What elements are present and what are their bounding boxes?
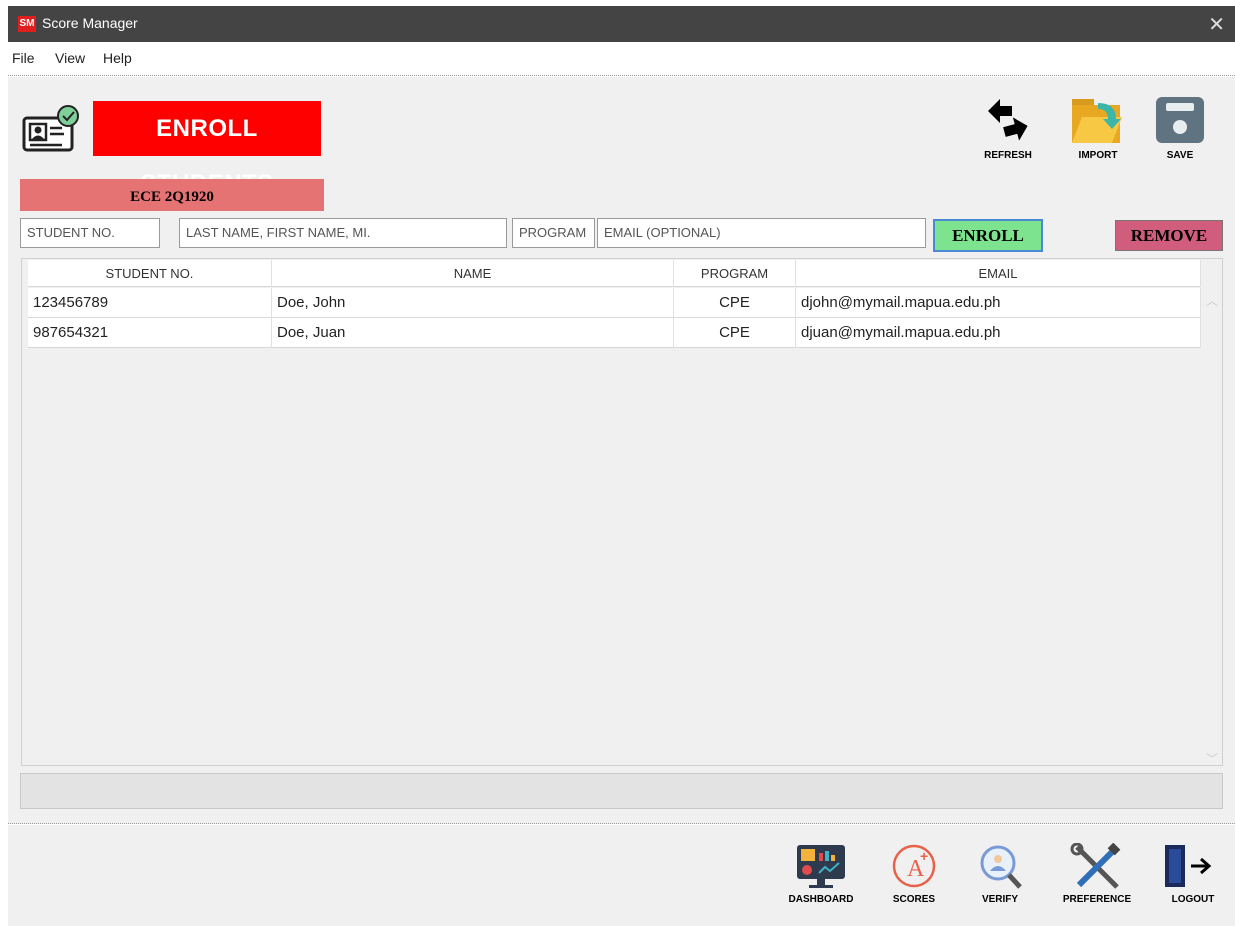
- status-bar: [20, 773, 1223, 809]
- cell-student-no: 123456789: [28, 288, 272, 318]
- wrench-screwdriver-icon: [1070, 842, 1121, 889]
- cell-email: djuan@mymail.mapua.edu.ph: [796, 318, 1201, 348]
- verify-magnifier-icon: [980, 845, 1022, 889]
- column-header-name[interactable]: NAME: [272, 260, 674, 287]
- svg-text:+: +: [920, 848, 928, 864]
- save-disk-icon: [1156, 97, 1204, 143]
- verify-label: VERIFY: [981, 894, 1019, 905]
- scores-button[interactable]: A + SCORES: [876, 843, 952, 923]
- logout-button[interactable]: LOGOUT: [1155, 843, 1231, 923]
- table-header: STUDENT NO. NAME PROGRAM EMAIL: [28, 260, 1201, 287]
- program-input[interactable]: PROGRAM: [512, 218, 595, 248]
- student-no-input[interactable]: STUDENT NO.: [20, 218, 160, 248]
- import-folder-icon: [1072, 99, 1122, 143]
- menu-file[interactable]: File: [12, 50, 35, 66]
- menu-help[interactable]: Help: [103, 50, 132, 66]
- cell-email: djohn@mymail.mapua.edu.ph: [796, 288, 1201, 318]
- remove-button[interactable]: REMOVE: [1115, 220, 1223, 251]
- table-row[interactable]: 987654321 Doe, Juan CPE djuan@mymail.map…: [28, 318, 1201, 348]
- cell-program: CPE: [674, 318, 796, 348]
- preference-label: PREFERENCE: [1062, 894, 1132, 905]
- cell-program: CPE: [674, 288, 796, 318]
- dashboard-monitor-icon: [797, 845, 845, 888]
- scroll-down-icon[interactable]: ﹀: [1206, 750, 1218, 767]
- save-label: SAVE: [1166, 150, 1194, 161]
- close-icon[interactable]: ✕: [1208, 12, 1225, 37]
- menu-bar: File View Help: [8, 42, 1235, 76]
- refresh-icon: [988, 99, 1028, 141]
- course-label: ECE 2Q1920: [20, 179, 324, 211]
- email-input[interactable]: EMAIL (OPTIONAL): [597, 218, 926, 248]
- scores-grade-icon: A +: [892, 844, 936, 888]
- logout-label: LOGOUT: [1171, 894, 1215, 905]
- verify-button[interactable]: VERIFY: [962, 843, 1038, 923]
- window-title: Score Manager: [42, 15, 138, 31]
- column-header-email[interactable]: EMAIL: [796, 260, 1201, 287]
- preference-button[interactable]: PREFERENCE: [1057, 842, 1137, 923]
- enroll-button[interactable]: ENROLL: [933, 219, 1043, 252]
- logout-door-icon: [1165, 845, 1212, 887]
- id-card-icon: [22, 105, 79, 152]
- app-logo-icon: SM: [18, 16, 36, 32]
- import-button[interactable]: IMPORT: [1068, 95, 1128, 165]
- cell-name: Doe, Juan: [272, 318, 674, 348]
- page-title-banner: ENROLL STUDENTS: [93, 101, 321, 197]
- footer-nav: [8, 825, 1235, 926]
- cell-name: Doe, John: [272, 288, 674, 318]
- refresh-button[interactable]: REFRESH: [978, 95, 1038, 165]
- dashboard-label: DASHBOARD: [788, 894, 854, 905]
- scroll-up-icon[interactable]: ︿: [1206, 292, 1218, 309]
- name-input[interactable]: LAST NAME, FIRST NAME, MI.: [179, 218, 507, 248]
- save-button[interactable]: SAVE: [1150, 95, 1210, 165]
- import-label: IMPORT: [1078, 150, 1118, 161]
- menu-view[interactable]: View: [55, 50, 85, 66]
- column-header-student-no[interactable]: STUDENT NO.: [28, 260, 272, 287]
- dashboard-button[interactable]: DASHBOARD: [783, 843, 859, 923]
- scores-label: SCORES: [892, 894, 936, 905]
- table-row[interactable]: 123456789 Doe, John CPE djohn@mymail.map…: [28, 288, 1201, 318]
- title-bar: SM Score Manager ✕: [8, 6, 1235, 42]
- cell-student-no: 987654321: [28, 318, 272, 348]
- column-header-program[interactable]: PROGRAM: [674, 260, 796, 287]
- refresh-label: REFRESH: [984, 150, 1032, 161]
